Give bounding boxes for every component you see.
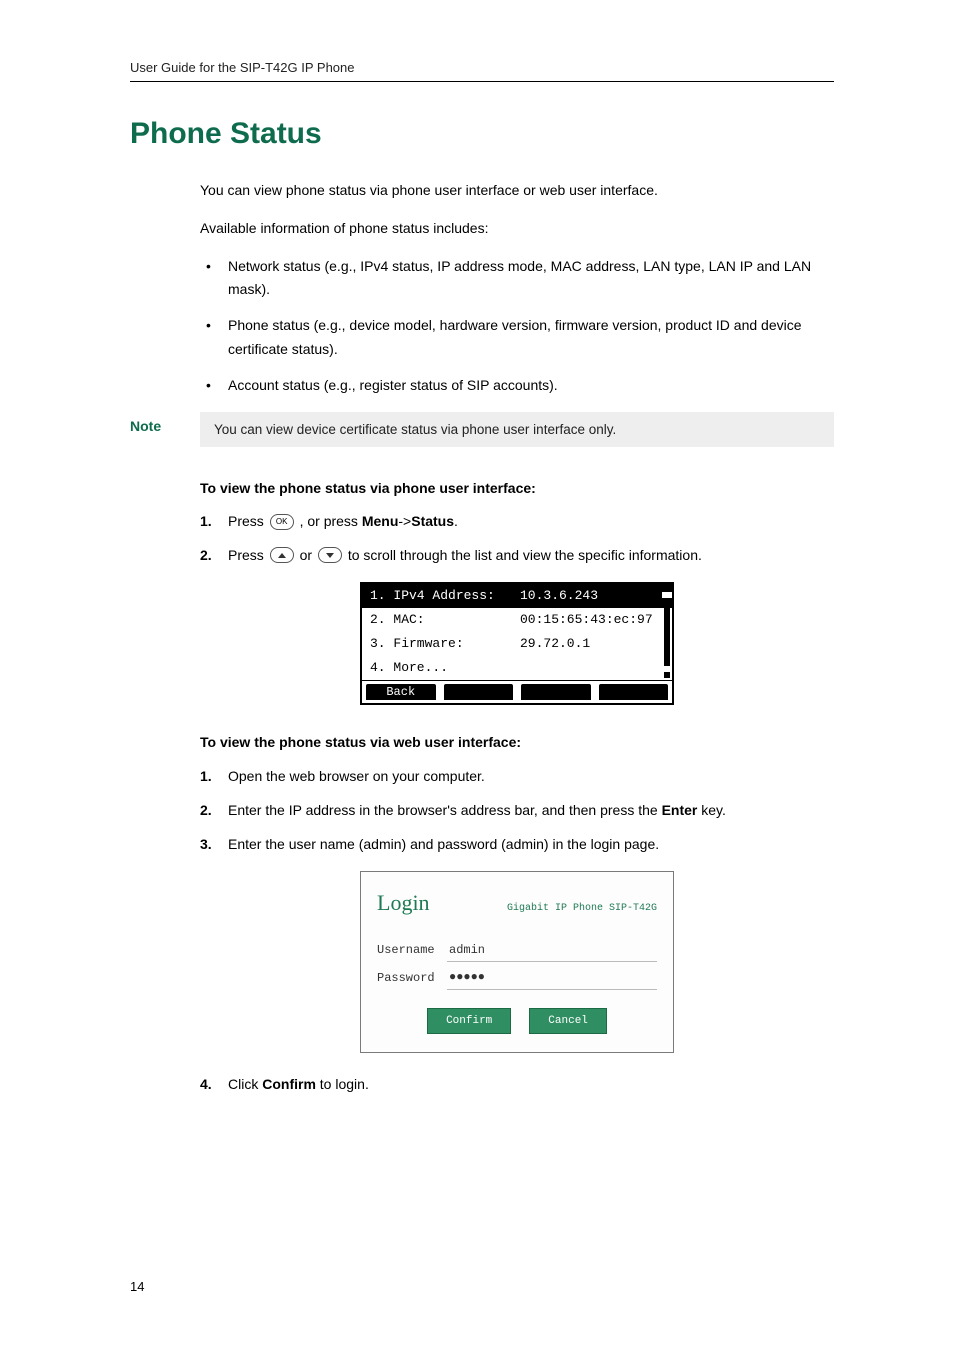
login-buttons: Confirm Cancel — [377, 1008, 657, 1035]
step-text: or — [300, 547, 316, 563]
bullet-item: Account status (e.g., register status of… — [200, 374, 834, 398]
step-text: Enter the IP address in the browser's ad… — [228, 802, 662, 818]
procedure-2-steps-cont: Click Confirm to login. — [200, 1073, 834, 1097]
procedure-1: To view the phone status via phone user … — [200, 477, 834, 1098]
status-label: Status — [411, 513, 454, 529]
login-title: Login — [377, 884, 430, 921]
enter-key-label: Enter — [662, 802, 698, 818]
running-header: User Guide for the SIP-T42G IP Phone — [130, 60, 834, 82]
username-value: admin — [447, 939, 657, 962]
phone-lcd-figure: 1. IPv4 Address: 10.3.6.243 2. MAC: 00:1… — [360, 582, 674, 705]
confirm-label: Confirm — [262, 1076, 316, 1092]
up-key-icon — [270, 547, 294, 563]
lcd-label: 4. More... — [370, 657, 520, 679]
step-item: Click Confirm to login. — [200, 1073, 834, 1097]
password-label: Password — [377, 968, 447, 988]
password-row: Password ●●●●● — [377, 966, 657, 989]
note-label: Note — [130, 412, 200, 447]
login-figure: Login Gigabit IP Phone SIP-T42G Username… — [360, 871, 674, 1054]
lcd-softkeys: Back — [362, 680, 672, 703]
section-title: Phone Status — [130, 117, 834, 151]
body-content: You can view phone status via phone user… — [200, 179, 834, 398]
procedure-1-steps: Press OK , or press Menu->Status. Press … — [200, 510, 834, 568]
down-key-icon — [318, 547, 342, 563]
lcd-value: 00:15:65:43:ec:97 — [520, 609, 653, 631]
page-number: 14 — [130, 1279, 144, 1294]
lcd-row: 3. Firmware: 29.72.0.1 — [362, 632, 672, 656]
softkey-back: Back — [365, 683, 437, 701]
arrow-text: -> — [398, 513, 411, 529]
step-text: . — [454, 513, 458, 529]
menu-label: Menu — [362, 513, 399, 529]
ok-key-icon: OK — [270, 514, 294, 530]
confirm-button: Confirm — [427, 1008, 511, 1035]
step-text: key. — [697, 802, 726, 818]
bullet-item: Network status (e.g., IPv4 status, IP ad… — [200, 255, 834, 303]
step-text: Press — [228, 547, 268, 563]
login-model: Gigabit IP Phone SIP-T42G — [507, 900, 657, 917]
procedure-1-title: To view the phone status via phone user … — [200, 477, 834, 501]
intro-paragraph-1: You can view phone status via phone user… — [200, 179, 834, 203]
procedure-2-title: To view the phone status via web user in… — [200, 731, 834, 755]
password-value: ●●●●● — [447, 966, 657, 989]
step-item: Enter the user name (admin) and password… — [200, 833, 834, 857]
procedure-2-steps: Open the web browser on your computer. E… — [200, 765, 834, 856]
softkey-blank — [598, 683, 670, 701]
step-item: Enter the IP address in the browser's ad… — [200, 799, 834, 823]
step-item: Press OK , or press Menu->Status. — [200, 510, 834, 534]
lcd-row: 2. MAC: 00:15:65:43:ec:97 — [362, 608, 672, 632]
lcd-value: 10.3.6.243 — [520, 585, 598, 607]
step-text: to scroll through the list and view the … — [348, 547, 702, 563]
lcd-row: 4. More... — [362, 656, 672, 680]
bullet-item: Phone status (e.g., device model, hardwa… — [200, 314, 834, 362]
lcd-value: 29.72.0.1 — [520, 633, 590, 655]
lcd-row-selected: 1. IPv4 Address: 10.3.6.243 — [362, 584, 672, 608]
username-label: Username — [377, 940, 447, 960]
status-bullet-list: Network status (e.g., IPv4 status, IP ad… — [200, 255, 834, 398]
lcd-label: 1. IPv4 Address: — [370, 585, 520, 607]
page: User Guide for the SIP-T42G IP Phone Pho… — [0, 0, 954, 1350]
softkey-blank — [520, 683, 592, 701]
cancel-button: Cancel — [529, 1008, 607, 1035]
intro-paragraph-2: Available information of phone status in… — [200, 217, 834, 241]
step-text: , or press — [300, 513, 362, 529]
step-item: Open the web browser on your computer. — [200, 765, 834, 789]
note-callout: Note You can view device certificate sta… — [130, 412, 834, 447]
step-text: Press — [228, 513, 268, 529]
softkey-blank — [443, 683, 515, 701]
lcd-label: 3. Firmware: — [370, 633, 520, 655]
note-text: You can view device certificate status v… — [200, 412, 834, 447]
lcd-scrollbar-icon — [664, 586, 670, 678]
username-row: Username admin — [377, 939, 657, 962]
step-text: Click — [228, 1076, 262, 1092]
step-item: Press or to scroll through the list and … — [200, 544, 834, 568]
step-text: to login. — [316, 1076, 369, 1092]
lcd-label: 2. MAC: — [370, 609, 520, 631]
